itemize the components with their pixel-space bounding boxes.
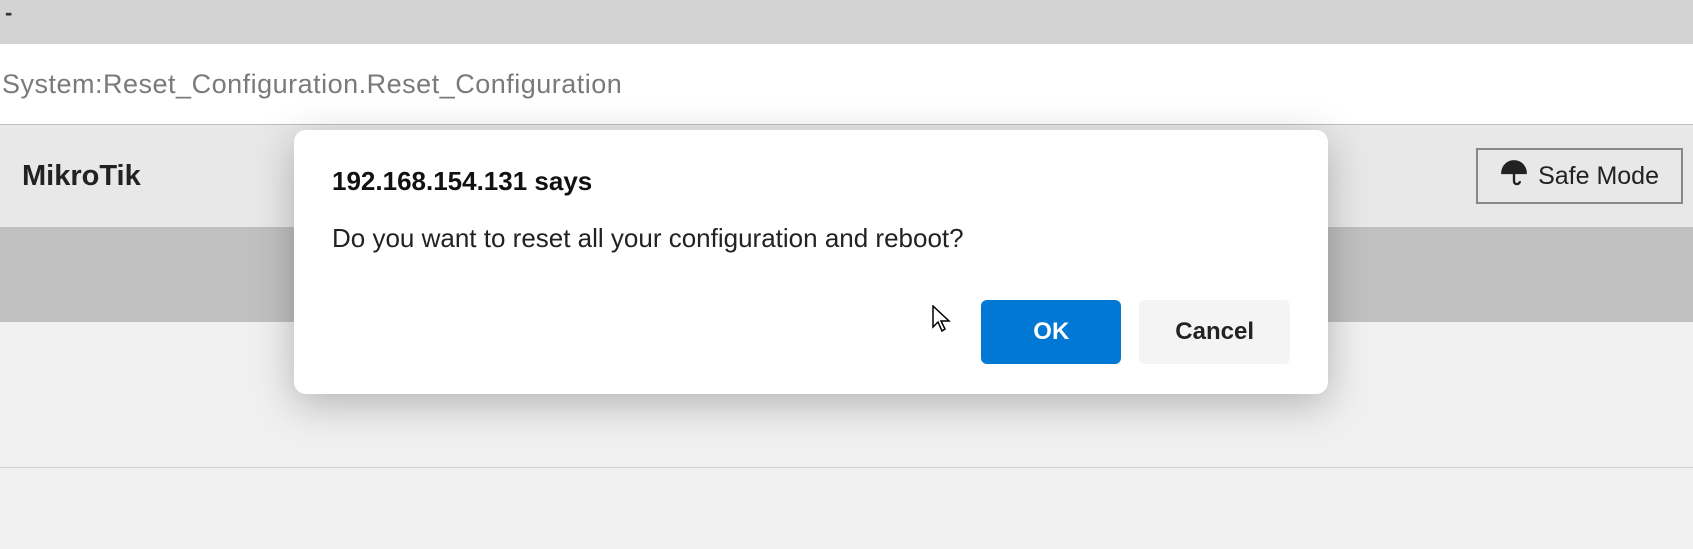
- address-bar-text: System:Reset_Configuration.Reset_Configu…: [2, 69, 622, 100]
- cancel-button[interactable]: Cancel: [1139, 300, 1290, 364]
- window-dash: -: [5, 0, 12, 26]
- dialog-says-text: says: [527, 166, 592, 196]
- confirm-dialog: 192.168.154.131 says Do you want to rese…: [294, 130, 1328, 394]
- dialog-source-ip: 192.168.154.131: [332, 166, 527, 196]
- brand-label: MikroTik: [22, 160, 141, 193]
- umbrella-icon: [1500, 159, 1528, 194]
- safe-mode-button[interactable]: Safe Mode: [1476, 148, 1683, 204]
- dialog-message: Do you want to reset all your configurat…: [332, 223, 1290, 254]
- dialog-title: 192.168.154.131 says: [332, 166, 1290, 197]
- safe-mode-label: Safe Mode: [1538, 162, 1659, 191]
- dialog-button-row: OK Cancel: [332, 300, 1290, 364]
- ok-button[interactable]: OK: [981, 300, 1121, 364]
- address-bar[interactable]: System:Reset_Configuration.Reset_Configu…: [0, 44, 1693, 124]
- titlebar: -: [0, 0, 1693, 44]
